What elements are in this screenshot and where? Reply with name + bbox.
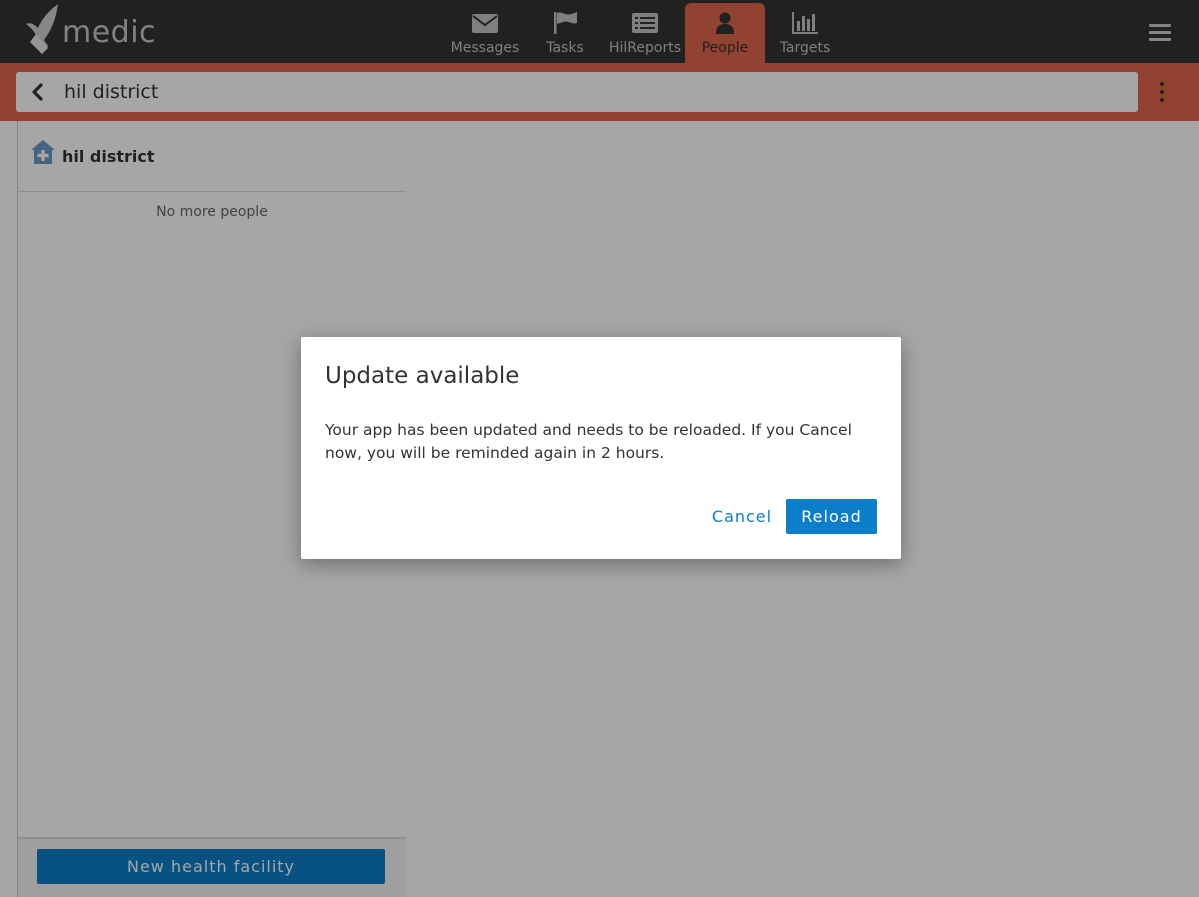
dialog-message: Your app has been updated and needs to b… — [325, 421, 852, 462]
app-window: medic Messages Tasks HilReports People T… — [0, 0, 1199, 897]
update-dialog: Update available Your app has been updat… — [301, 337, 901, 559]
cancel-button[interactable]: Cancel — [702, 499, 782, 534]
reload-button[interactable]: Reload — [786, 499, 877, 534]
dialog-title: Update available — [325, 363, 520, 389]
